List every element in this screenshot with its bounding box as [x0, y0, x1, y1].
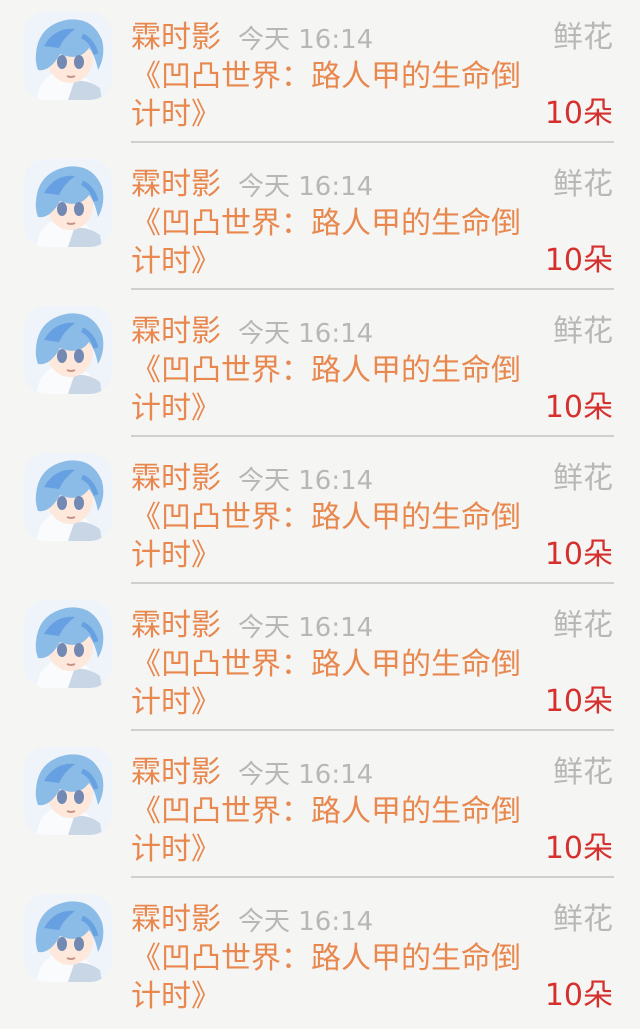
gift-type-label: 鲜花: [553, 167, 613, 202]
book-title-link[interactable]: 《凹凸世界：路人甲的生命倒计时》: [131, 793, 531, 869]
book-title-link[interactable]: 《凹凸世界：路人甲的生命倒计时》: [131, 646, 531, 722]
sender-name: 霖时影: [131, 902, 221, 937]
anime-boy-blue-hair-avatar-icon: [24, 159, 112, 247]
timestamp: 今天 16:14: [238, 172, 374, 202]
gift-type-label: 鲜花: [553, 755, 613, 790]
sender-name: 霖时影: [131, 608, 221, 643]
gift-type-label: 鲜花: [553, 20, 613, 55]
timestamp: 今天 16:14: [238, 907, 374, 937]
gift-type-label: 鲜花: [553, 461, 613, 496]
avatar[interactable]: [24, 159, 112, 247]
avatar[interactable]: [24, 12, 112, 100]
sender-name: 霖时影: [131, 20, 221, 55]
book-title-link[interactable]: 《凹凸世界：路人甲的生命倒计时》: [131, 940, 531, 1016]
anime-boy-blue-hair-avatar-icon: [24, 747, 112, 835]
divider: [131, 876, 614, 878]
timestamp: 今天 16:14: [238, 760, 374, 790]
list-item[interactable]: 霖时影 今天 16:14 鲜花 《凹凸世界：路人甲的生命倒计时》 10朵: [0, 588, 640, 735]
book-title-link[interactable]: 《凹凸世界：路人甲的生命倒计时》: [131, 205, 531, 281]
gift-count: 10朵: [544, 96, 613, 131]
anime-boy-blue-hair-avatar-icon: [24, 894, 112, 982]
list-item[interactable]: 霖时影 今天 16:14 鲜花 《凹凸世界：路人甲的生命倒计时》 10朵: [0, 441, 640, 588]
divider: [131, 288, 614, 290]
sender-name: 霖时影: [131, 755, 221, 790]
avatar[interactable]: [24, 306, 112, 394]
timestamp: 今天 16:14: [238, 25, 374, 55]
gift-count: 10朵: [544, 243, 613, 278]
sender-name: 霖时影: [131, 314, 221, 349]
gift-count: 10朵: [544, 537, 613, 572]
avatar[interactable]: [24, 747, 112, 835]
anime-boy-blue-hair-avatar-icon: [24, 306, 112, 394]
list-item[interactable]: 霖时影 今天 16:14 鲜花 《凹凸世界：路人甲的生命倒计时》 10朵: [0, 147, 640, 294]
timestamp: 今天 16:14: [238, 466, 374, 496]
gift-count: 10朵: [544, 684, 613, 719]
timestamp: 今天 16:14: [238, 613, 374, 643]
timestamp: 今天 16:14: [238, 319, 374, 349]
list-item[interactable]: 霖时影 今天 16:14 鲜花 《凹凸世界：路人甲的生命倒计时》 10朵: [0, 735, 640, 882]
divider: [131, 141, 614, 143]
anime-boy-blue-hair-avatar-icon: [24, 453, 112, 541]
gift-count: 10朵: [544, 978, 613, 1013]
divider: [131, 729, 614, 731]
list-item[interactable]: 霖时影 今天 16:14 鲜花 《凹凸世界：路人甲的生命倒计时》 10朵: [0, 0, 640, 147]
gift-count: 10朵: [544, 831, 613, 866]
divider: [131, 582, 614, 584]
anime-boy-blue-hair-avatar-icon: [24, 600, 112, 688]
gift-type-label: 鲜花: [553, 314, 613, 349]
gift-count: 10朵: [544, 390, 613, 425]
gift-type-label: 鲜花: [553, 902, 613, 937]
sender-name: 霖时影: [131, 461, 221, 496]
avatar[interactable]: [24, 600, 112, 688]
sender-name: 霖时影: [131, 167, 221, 202]
gift-type-label: 鲜花: [553, 608, 613, 643]
book-title-link[interactable]: 《凹凸世界：路人甲的生命倒计时》: [131, 352, 531, 428]
avatar[interactable]: [24, 894, 112, 982]
divider: [131, 435, 614, 437]
list-item[interactable]: 霖时影 今天 16:14 鲜花 《凹凸世界：路人甲的生命倒计时》 10朵: [0, 882, 640, 1029]
avatar[interactable]: [24, 453, 112, 541]
gift-notification-list: 霖时影 今天 16:14 鲜花 《凹凸世界：路人甲的生命倒计时》 10朵 霖时影…: [0, 0, 640, 1026]
list-item[interactable]: 霖时影 今天 16:14 鲜花 《凹凸世界：路人甲的生命倒计时》 10朵: [0, 294, 640, 441]
anime-boy-blue-hair-avatar-icon: [24, 12, 112, 100]
book-title-link[interactable]: 《凹凸世界：路人甲的生命倒计时》: [131, 499, 531, 575]
book-title-link[interactable]: 《凹凸世界：路人甲的生命倒计时》: [131, 58, 531, 134]
